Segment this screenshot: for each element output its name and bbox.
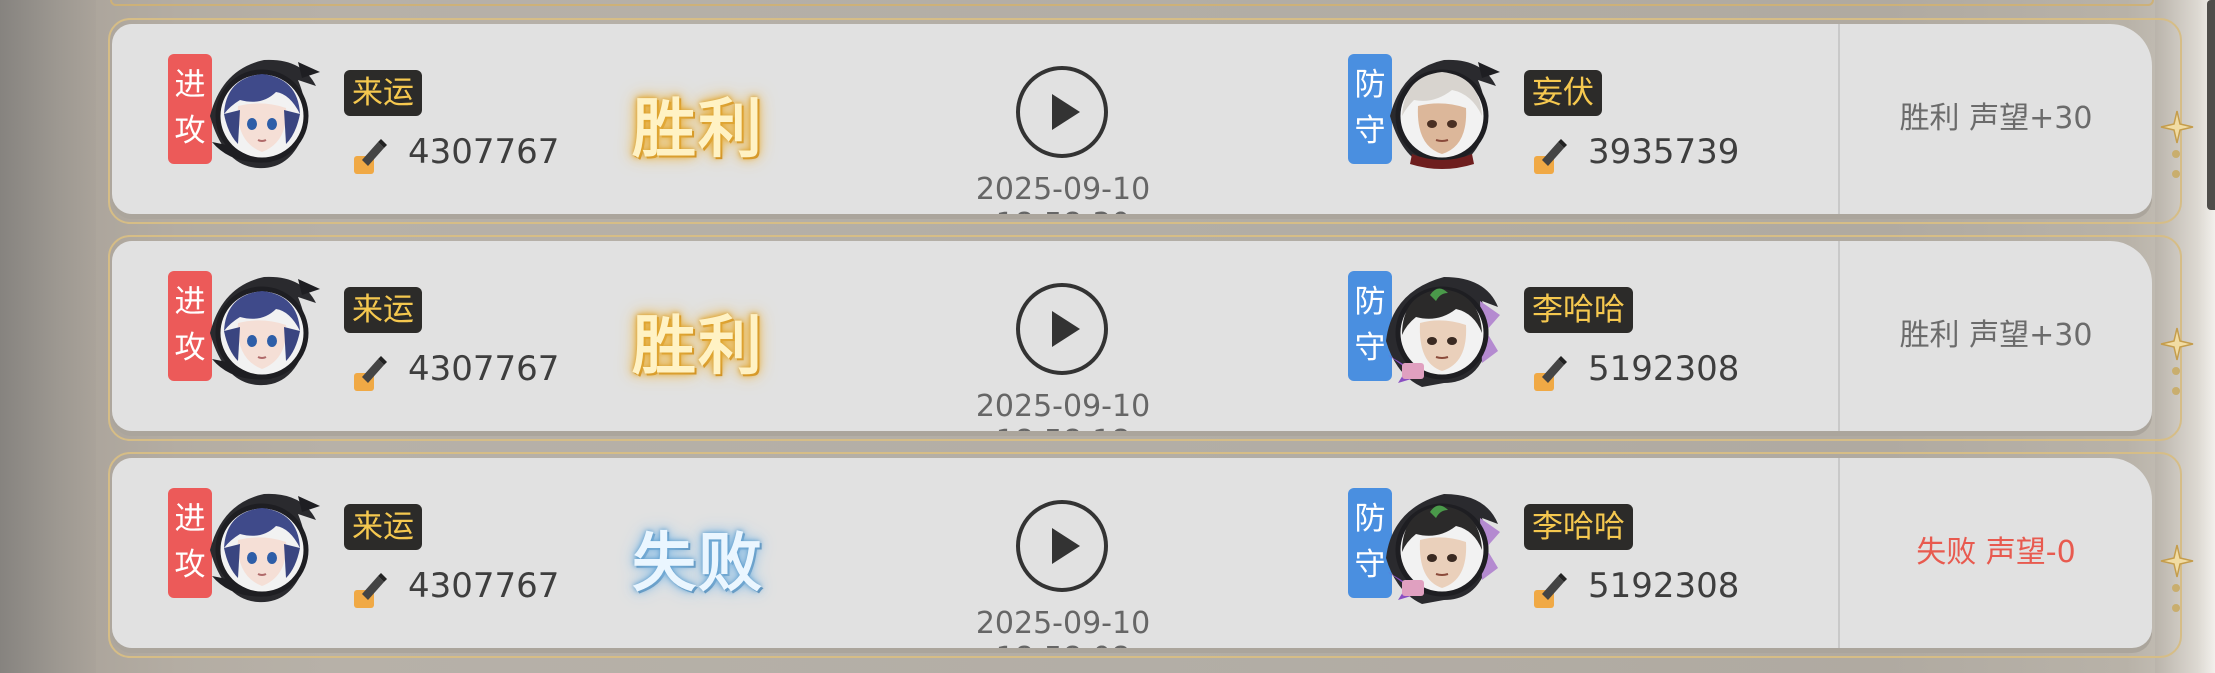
blue-haired-hero-avatar-icon: [210, 59, 320, 169]
battle-timestamp: 2025-09-10 18:58:18: [975, 389, 1151, 431]
play-icon: [1016, 66, 1108, 158]
ornament-dots: [2172, 584, 2180, 624]
attacker-power: 4307767: [408, 349, 560, 389]
battle-record-card: 进攻 来运 430776: [112, 24, 2152, 214]
attacker-name: 来运: [344, 287, 422, 333]
reputation-reward: 胜利 声望+30: [1899, 101, 2093, 136]
defender-power: 3935739: [1588, 132, 1740, 172]
battle-result: 胜利: [632, 310, 764, 384]
left-background: [0, 0, 96, 673]
defender-avatar[interactable]: [1382, 488, 1502, 608]
battle-timestamp: 2025-09-10 18:58:30: [975, 172, 1151, 214]
defender-power: 5192308: [1588, 349, 1740, 389]
blue-haired-hero-avatar-icon: [210, 276, 320, 386]
combat-power-icon: [1530, 353, 1570, 393]
combat-power-icon: [350, 570, 390, 610]
white-haired-hero-avatar-icon: [1390, 59, 1500, 169]
defender-name: 李哈哈: [1524, 504, 1633, 550]
combat-power-icon: [1530, 136, 1570, 176]
defender-name: 妄伏: [1524, 70, 1602, 116]
defender-avatar[interactable]: [1382, 54, 1502, 174]
battle-result: 失败: [632, 527, 764, 601]
reputation-reward: 失败 声望-0: [1916, 535, 2076, 570]
replay-button[interactable]: [1014, 281, 1110, 377]
play-icon: [1016, 500, 1108, 592]
ornament-dots: [2172, 150, 2180, 190]
battle-result: 胜利: [632, 93, 764, 167]
gold-star-ornament-icon: [2160, 327, 2194, 361]
defender-power: 5192308: [1588, 566, 1740, 606]
attacker-name: 来运: [344, 504, 422, 550]
attacker-power: 4307767: [408, 566, 560, 606]
battle-record-row: 进攻 来运 430776: [108, 18, 2194, 224]
play-icon: [1016, 283, 1108, 375]
attacker-avatar[interactable]: [202, 271, 322, 391]
gold-star-ornament-icon: [2160, 544, 2194, 578]
dark-haired-hero-avatar-icon: [1386, 277, 1500, 387]
combat-power-icon: [350, 136, 390, 176]
replay-button[interactable]: [1014, 498, 1110, 594]
battle-record-row: 进攻 来运 430776: [108, 452, 2194, 658]
attacker-avatar[interactable]: [202, 54, 322, 174]
replay-button[interactable]: [1014, 64, 1110, 160]
defender-name: 李哈哈: [1524, 287, 1633, 333]
battle-record-card: 进攻 来运 430776: [112, 458, 2152, 648]
attacker-power: 4307767: [408, 132, 560, 172]
combat-power-icon: [350, 353, 390, 393]
reputation-reward: 胜利 声望+30: [1899, 318, 2093, 353]
gold-star-ornament-icon: [2160, 110, 2194, 144]
ornament-dots: [2172, 367, 2180, 407]
battle-timestamp: 2025-09-10 18:58:08: [975, 606, 1151, 648]
blue-haired-hero-avatar-icon: [210, 493, 320, 603]
previous-row-frame-edge: [110, 0, 2154, 6]
battle-record-row: 进攻 来运 430776: [108, 235, 2194, 441]
combat-power-icon: [1530, 570, 1570, 610]
dark-haired-hero-avatar-icon: [1386, 494, 1500, 604]
scrollbar-thumb[interactable]: [2207, 0, 2215, 210]
attacker-name: 来运: [344, 70, 422, 116]
defender-avatar[interactable]: [1382, 271, 1502, 391]
battle-record-card: 进攻 来运 430776: [112, 241, 2152, 431]
attacker-avatar[interactable]: [202, 488, 322, 608]
